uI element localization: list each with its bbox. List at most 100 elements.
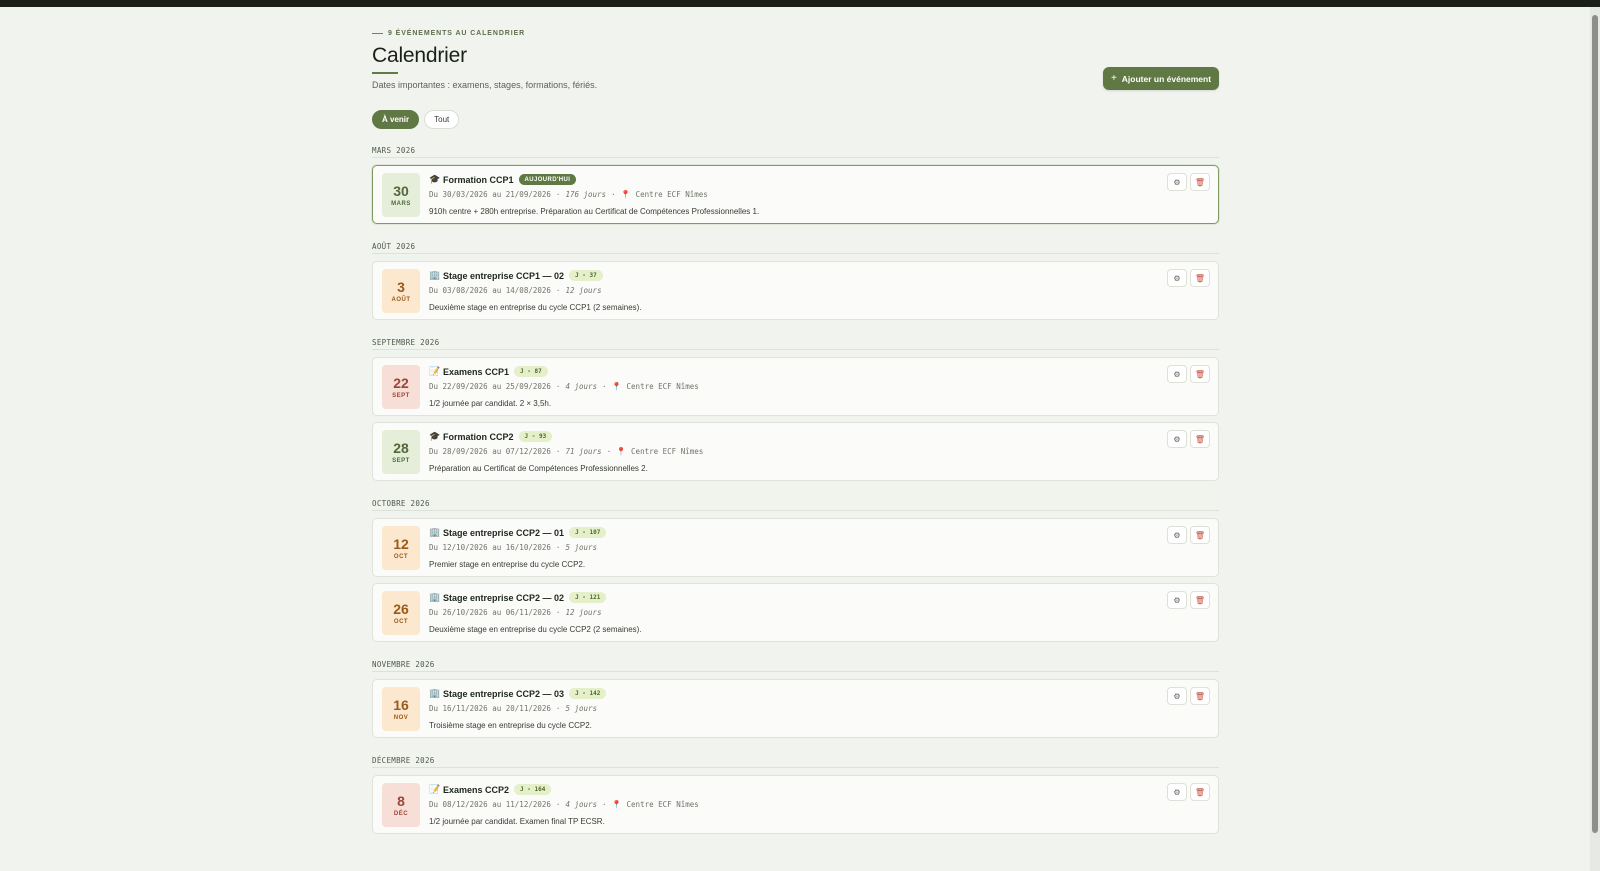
event-type-icon: 🏢: [429, 270, 441, 280]
event-title-row: 📝 Examens CCP1 J - 87: [429, 365, 1148, 378]
filter-tab-all[interactable]: Tout: [424, 110, 460, 129]
edit-event-button[interactable]: ⚙: [1167, 687, 1187, 705]
event-type-icon: 🎓: [429, 174, 441, 184]
delete-event-button[interactable]: 🗑: [1190, 687, 1210, 705]
event-meta: Du 03/08/2026 au 14/08/2026 · 12 jours: [429, 285, 1148, 297]
event-actions: ⚙ 🗑: [1167, 591, 1210, 609]
gear-icon: ⚙: [1173, 691, 1181, 701]
edit-event-button[interactable]: ⚙: [1167, 173, 1187, 191]
edit-event-button[interactable]: ⚙: [1167, 783, 1187, 801]
event-day: 30: [393, 182, 409, 199]
delete-event-button[interactable]: 🗑: [1190, 783, 1210, 801]
event-location: Centre ECF Nîmes: [635, 190, 708, 199]
event-card[interactable]: 3 AOÛT 🏢 Stage entreprise CCP1 — 02 J - 37 Du…: [372, 261, 1219, 320]
edit-event-button[interactable]: ⚙: [1167, 269, 1187, 287]
location-pin-icon: 📍: [616, 447, 627, 456]
event-card[interactable]: 26 OCT 🏢 Stage entreprise CCP2 — 02 J - 121 D…: [372, 583, 1219, 642]
meta-separator: ·: [555, 800, 561, 809]
events-count-eyebrow: 9 ÉVÉNEMENTS AU CALENDRIER: [372, 26, 1219, 40]
event-actions: ⚙ 🗑: [1167, 430, 1210, 448]
event-card[interactable]: 12 OCT 🏢 Stage entreprise CCP2 — 01 J - 107 D…: [372, 518, 1219, 577]
meta-separator: ·: [555, 704, 561, 713]
event-date-range: Du 30/03/2026 au 21/09/2026: [429, 190, 551, 199]
event-type-icon: 🏢: [429, 688, 441, 698]
meta-separator: ·: [555, 286, 561, 295]
event-title: Examens CCP2: [443, 784, 510, 795]
delete-event-button[interactable]: 🗑: [1190, 365, 1210, 383]
event-date-box: 8 DÉC: [382, 783, 420, 827]
edit-event-button[interactable]: ⚙: [1167, 365, 1187, 383]
event-date-range: Du 08/12/2026 au 11/12/2026: [429, 800, 551, 809]
trash-icon: 🗑: [1194, 369, 1206, 379]
event-title: Stage entreprise CCP2 — 02: [443, 592, 565, 603]
event-location: Centre ECF Nîmes: [626, 800, 699, 809]
location-pin-icon: 📍: [620, 190, 631, 199]
add-event-button[interactable]: + Ajouter un événement: [1103, 67, 1219, 90]
edit-event-button[interactable]: ⚙: [1167, 430, 1187, 448]
delete-event-button[interactable]: 🗑: [1190, 269, 1210, 287]
event-body: 🎓 Formation CCP1 AUJOURD'HUI Du 30/03/2026 …: [429, 173, 1148, 218]
event-card[interactable]: 30 MARS 🎓 Formation CCP1 AUJOURD'HUI Du 30/03…: [372, 165, 1219, 224]
event-date-range: Du 26/10/2026 au 06/11/2026: [429, 608, 551, 617]
event-month: OCT: [393, 618, 409, 625]
event-duration: 5 jours: [565, 543, 598, 552]
event-body: 🏢 Stage entreprise CCP2 — 02 J - 121 Du 26/…: [429, 591, 1148, 636]
scrollbar-thumb[interactable]: [1592, 15, 1598, 833]
scrollbar[interactable]: [1590, 7, 1600, 871]
event-type-icon: 🏢: [429, 592, 441, 602]
delete-event-button[interactable]: 🗑: [1190, 173, 1210, 191]
month-heading: DÉCEMBRE 2026: [372, 754, 1219, 768]
event-title: Stage entreprise CCP2 — 03: [443, 688, 565, 699]
edit-event-button[interactable]: ⚙: [1167, 591, 1187, 609]
filter-tabs: À venir Tout: [372, 110, 1219, 130]
month-heading: AOÛT 2026: [372, 240, 1219, 254]
event-meta: Du 30/03/2026 au 21/09/2026 · 176 jours · 📍 C…: [429, 189, 1148, 201]
event-card[interactable]: 8 DÉC 📝 Examens CCP2 J - 164 Du 08/12/2026 au…: [372, 775, 1219, 834]
event-title-row: 🎓 Formation CCP1 AUJOURD'HUI: [429, 173, 1148, 186]
meta-separator: ·: [555, 543, 561, 552]
edit-event-button[interactable]: ⚙: [1167, 526, 1187, 544]
trash-icon: 🗑: [1194, 530, 1206, 540]
gear-icon: ⚙: [1173, 530, 1181, 540]
delete-event-button[interactable]: 🗑: [1190, 430, 1210, 448]
event-date-box: 30 MARS: [382, 173, 420, 217]
event-description: Premier stage en entreprise du cycle CCP…: [429, 560, 586, 569]
event-actions: ⚙ 🗑: [1167, 526, 1210, 544]
gear-icon: ⚙: [1173, 787, 1181, 797]
event-card[interactable]: 22 SEPT 📝 Examens CCP1 J - 87 Du 22/09/2026 a…: [372, 357, 1219, 416]
event-title-row: 🏢 Stage entreprise CCP2 — 02 J - 121: [429, 591, 1148, 604]
location-pin-icon: 📍: [611, 382, 622, 391]
event-card[interactable]: 28 SEPT 🎓 Formation CCP2 J - 93 Du 28/09/2026…: [372, 422, 1219, 481]
event-location: Centre ECF Nîmes: [626, 382, 699, 391]
delete-event-button[interactable]: 🗑: [1190, 591, 1210, 609]
event-title-row: 📝 Examens CCP2 J - 164: [429, 783, 1148, 796]
event-title-row: 🏢 Stage entreprise CCP1 — 02 J - 37: [429, 269, 1148, 282]
event-type-icon: 🎓: [429, 431, 441, 441]
event-duration: 176 jours: [565, 190, 607, 199]
month-heading: NOVEMBRE 2026: [372, 658, 1219, 672]
trash-icon: 🗑: [1194, 434, 1206, 444]
event-body: 📝 Examens CCP2 J - 164 Du 08/12/2026 au 11/…: [429, 783, 1148, 828]
trash-icon: 🗑: [1194, 787, 1206, 797]
event-date-box: 22 SEPT: [382, 365, 420, 409]
event-title: Formation CCP2: [443, 431, 514, 442]
event-title-row: 🏢 Stage entreprise CCP2 — 03 J - 142: [429, 687, 1148, 700]
event-date-range: Du 28/09/2026 au 07/12/2026: [429, 447, 551, 456]
meta-separator: ·: [555, 608, 561, 617]
event-body: 🎓 Formation CCP2 J - 93 Du 28/09/2026 au 07…: [429, 430, 1148, 475]
event-date-range: Du 22/09/2026 au 25/09/2026: [429, 382, 551, 391]
event-day: 3: [397, 278, 405, 295]
event-card[interactable]: 16 NOV 🏢 Stage entreprise CCP2 — 03 J - 142 D…: [372, 679, 1219, 738]
event-meta: Du 26/10/2026 au 06/11/2026 · 12 jours: [429, 607, 1148, 619]
meta-separator: ·: [611, 190, 616, 199]
filter-tab-upcoming[interactable]: À venir: [372, 110, 420, 129]
event-title: Formation CCP1: [443, 174, 514, 185]
events-list: MARS 2026 30 MARS 🎓 Formation CCP1 AUJOURD'HU…: [372, 144, 1219, 834]
event-body: 🏢 Stage entreprise CCP2 — 01 J - 107 Du 12/…: [429, 526, 1148, 571]
event-location: Centre ECF Nîmes: [631, 447, 704, 456]
delete-event-button[interactable]: 🗑: [1190, 526, 1210, 544]
today-badge: AUJOURD'HUI: [518, 174, 577, 185]
add-event-label: Ajouter un événement: [1121, 73, 1212, 84]
calendar-page: 9 ÉVÉNEMENTS AU CALENDRIER Calendrier Da…: [372, 26, 1219, 834]
event-duration: 12 jours: [565, 286, 602, 295]
